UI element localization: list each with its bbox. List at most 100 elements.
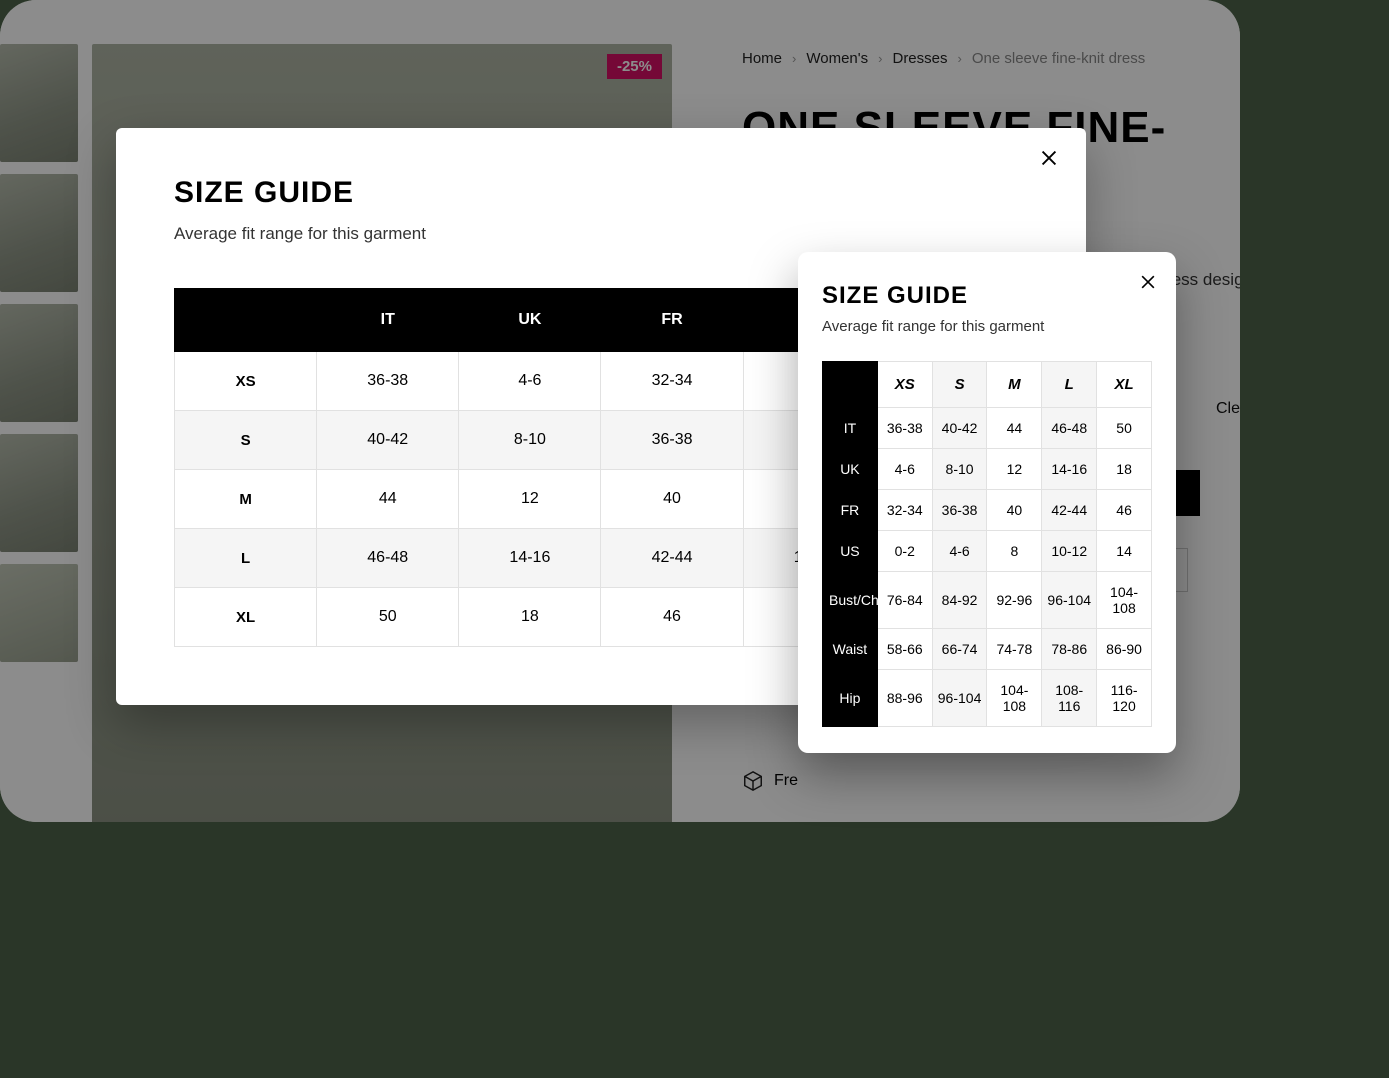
close-icon [1138,272,1158,292]
size-label: XS [175,352,317,411]
cell: 46-48 [1042,408,1097,449]
size-label: L [175,529,317,588]
col-uk: UK [459,289,601,352]
size-guide-title: SIZE GUIDE [174,176,1028,210]
cell: 108-116 [1042,670,1097,727]
cell: 46 [1097,490,1152,531]
cell: 8-10 [459,411,601,470]
row-uk: UK [823,449,878,490]
cell: 36-38 [932,490,987,531]
cell: 14-16 [1042,449,1097,490]
package-icon [742,770,764,792]
cell: 46 [601,588,743,647]
cell: 12 [459,470,601,529]
shipping-info: Fre [742,770,798,792]
col-blank [823,362,878,408]
cell: 8 [987,531,1042,572]
cell: 40 [987,490,1042,531]
cell: 18 [1097,449,1152,490]
clear-link[interactable]: Cle [1216,400,1240,418]
cell: 0-2 [877,531,932,572]
thumbnail[interactable] [0,44,78,162]
cell: 104-108 [987,670,1042,727]
breadcrumb-home[interactable]: Home [742,50,782,67]
col-l: L [1042,362,1097,408]
table-row: UK 4-6 8-10 12 14-16 18 [823,449,1152,490]
cell: 50 [317,588,459,647]
thumbnail[interactable] [0,304,78,422]
col-s: S [932,362,987,408]
header-row: XS S M L XL [823,362,1152,408]
close-icon [1038,147,1060,169]
row-fr: FR [823,490,878,531]
cell: 74-78 [987,629,1042,670]
thumbnail[interactable] [0,564,78,662]
col-xl: XL [1097,362,1152,408]
cell: 58-66 [877,629,932,670]
close-button[interactable] [1138,268,1158,299]
cell: 14 [1097,531,1152,572]
thumbnail[interactable] [0,174,78,292]
cell: 36-38 [877,408,932,449]
size-label: S [175,411,317,470]
col-fr: FR [601,289,743,352]
cell: 88-96 [877,670,932,727]
cell: 96-104 [1042,572,1097,629]
breadcrumb-womens[interactable]: Women's [806,50,868,67]
breadcrumb: Home› Women's› Dresses› One sleeve fine-… [742,50,1192,67]
cell: 42-44 [601,529,743,588]
size-guide-table-mobile: XS S M L XL IT 36-38 40-42 44 46-48 50 U… [822,361,1152,727]
cell: 66-74 [932,629,987,670]
cell: 42-44 [1042,490,1097,531]
cell: 44 [987,408,1042,449]
cell: 4-6 [932,531,987,572]
table-row: US 0-2 4-6 8 10-12 14 [823,531,1152,572]
row-hip: Hip [823,670,878,727]
cell: 84-92 [932,572,987,629]
size-guide-modal-mobile: SIZE GUIDE Average fit range for this ga… [798,252,1176,753]
cell: 96-104 [932,670,987,727]
cell: 14-16 [459,529,601,588]
size-guide-subtitle: Average fit range for this garment [174,224,1028,244]
shipping-label: Fre [774,772,798,790]
sale-badge: -25% [607,54,662,79]
table-row: Waist 58-66 66-74 74-78 78-86 86-90 [823,629,1152,670]
cell: 86-90 [1097,629,1152,670]
cell: 36-38 [317,352,459,411]
cell: 4-6 [459,352,601,411]
size-guide-title: SIZE GUIDE [822,282,1152,310]
row-it: IT [823,408,878,449]
table-row: Bust/Chest 76-84 84-92 92-96 96-104 104-… [823,572,1152,629]
cell: 18 [459,588,601,647]
table-row: FR 32-34 36-38 40 42-44 46 [823,490,1152,531]
cell: 116-120 [1097,670,1152,727]
cell: 40-42 [932,408,987,449]
close-button[interactable] [1038,146,1060,174]
cell: 10-12 [1042,531,1097,572]
col-it: IT [317,289,459,352]
table-row: Hip 88-96 96-104 104-108 108-116 116-120 [823,670,1152,727]
cell: 44 [317,470,459,529]
cell: 40 [601,470,743,529]
cell: 104-108 [1097,572,1152,629]
breadcrumb-dresses[interactable]: Dresses [892,50,947,67]
cell: 32-34 [601,352,743,411]
cell: 92-96 [987,572,1042,629]
thumbnail-strip [0,44,78,662]
row-bust: Bust/Chest [823,572,878,629]
cell: 12 [987,449,1042,490]
cell: 8-10 [932,449,987,490]
row-waist: Waist [823,629,878,670]
cell: 46-48 [317,529,459,588]
col-xs: XS [877,362,932,408]
cell: 32-34 [877,490,932,531]
size-label: XL [175,588,317,647]
cell: 50 [1097,408,1152,449]
cell: 4-6 [877,449,932,490]
table-row: IT 36-38 40-42 44 46-48 50 [823,408,1152,449]
thumbnail[interactable] [0,434,78,552]
cell: 36-38 [601,411,743,470]
cell: 78-86 [1042,629,1097,670]
size-label: M [175,470,317,529]
breadcrumb-current: One sleeve fine-knit dress [972,50,1145,67]
